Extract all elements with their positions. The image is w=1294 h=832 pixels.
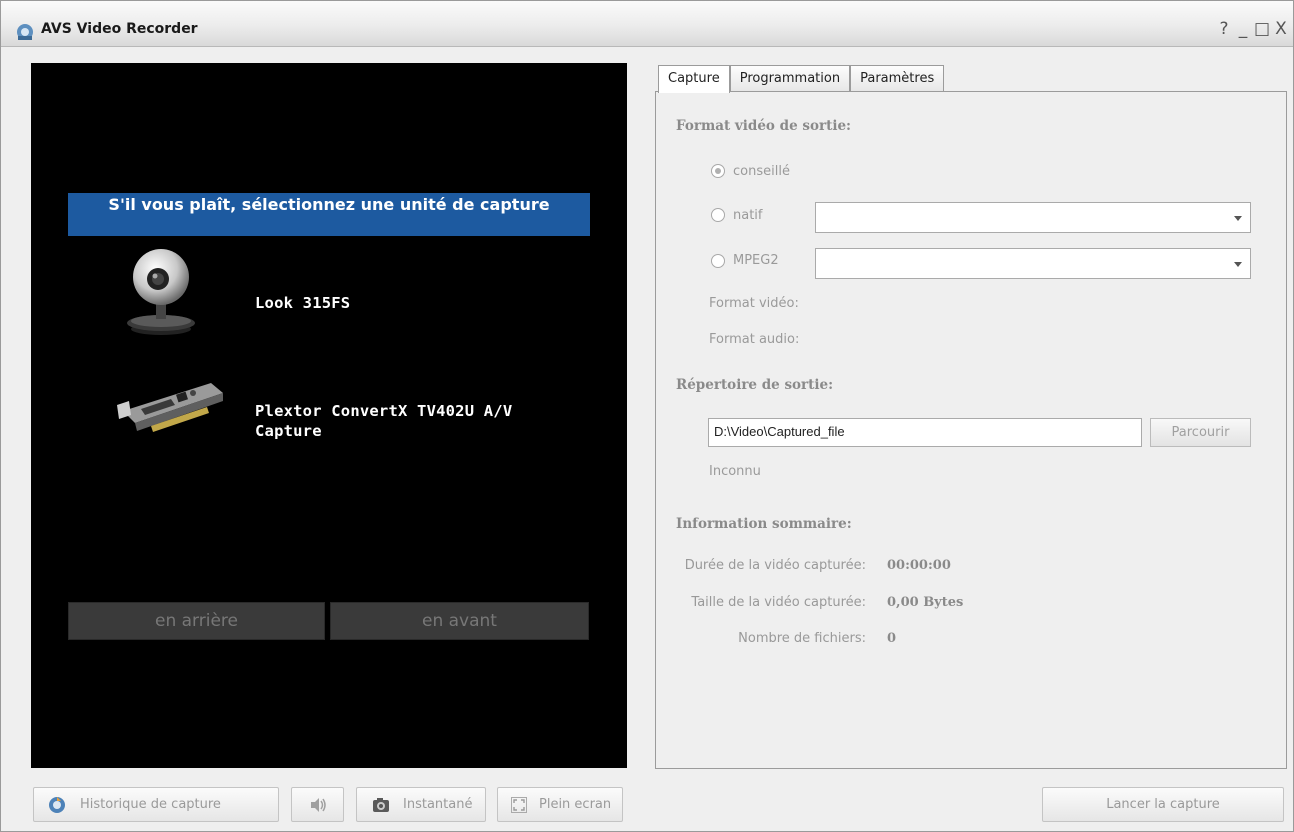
radio-native-label: natif	[733, 208, 763, 223]
forward-button[interactable]: en avant	[330, 602, 589, 640]
size-value: 0,00 Bytes	[887, 595, 964, 610]
radio-recommended[interactable]	[711, 164, 725, 178]
maximize-icon[interactable]: □	[1254, 19, 1270, 39]
size-label: Taille de la vidéo capturée:	[691, 595, 866, 610]
device-item-webcam[interactable]: Look 315FS	[111, 245, 611, 335]
browse-button[interactable]: Parcourir	[1150, 418, 1251, 447]
video-format-label: Format vidéo:	[709, 296, 799, 311]
file-count-value: 0	[887, 631, 897, 646]
audio-format-label: Format audio:	[709, 332, 800, 347]
native-format-select[interactable]	[815, 202, 1251, 233]
select-device-prompt: S'il vous plaît, sélectionnez une unité …	[68, 193, 590, 236]
close-icon[interactable]: X	[1273, 19, 1289, 39]
camera-icon	[373, 798, 389, 812]
window-title: AVS Video Recorder	[41, 21, 198, 37]
back-button[interactable]: en arrière	[68, 602, 325, 640]
mpeg2-format-select[interactable]	[815, 248, 1251, 279]
radio-mpeg2[interactable]	[711, 254, 725, 268]
title-bar: AVS Video Recorder ? _ □ X	[1, 1, 1293, 47]
settings-tabs: Capture Programmation Paramètres	[658, 65, 945, 93]
output-path-field[interactable]: D:\Video\Captured_file	[708, 418, 1142, 447]
capture-card-icon	[117, 383, 223, 432]
minimize-icon[interactable]: _	[1235, 19, 1251, 39]
radio-native[interactable]	[711, 208, 725, 222]
file-count-label: Nombre de fichiers:	[738, 631, 866, 646]
tab-capture[interactable]: Capture	[658, 65, 730, 93]
disk-space-status: Inconnu	[709, 464, 761, 479]
capture-history-button[interactable]: Historique de capture	[33, 787, 279, 822]
output-dir-title: Répertoire de sortie:	[676, 377, 834, 393]
main-window: AVS Video Recorder ? _ □ X S'il vous pla…	[0, 0, 1294, 832]
video-preview: S'il vous plaît, sélectionnez une unité …	[31, 63, 627, 768]
duration-label: Durée de la vidéo capturée:	[684, 558, 866, 573]
speaker-icon	[311, 798, 326, 812]
fullscreen-button-label: Plein ecran	[539, 797, 612, 812]
webcam-icon	[127, 249, 195, 335]
snapshot-button[interactable]: Instantané	[356, 787, 486, 822]
fullscreen-icon	[511, 797, 527, 813]
device-item-capture-card[interactable]: Plextor ConvertX TV402U A/V Capture	[111, 371, 611, 461]
device-label: Look 315FS	[255, 294, 351, 312]
output-format-title: Format vidéo de sortie:	[676, 118, 852, 134]
history-button-label: Historique de capture	[80, 797, 221, 812]
tab-programmation[interactable]: Programmation	[729, 65, 851, 92]
radio-mpeg2-label: MPEG2	[733, 253, 779, 268]
capture-tab-panel: Format vidéo de sortie: conseillé natif …	[655, 91, 1287, 769]
chevron-down-icon	[1234, 262, 1242, 267]
window-controls: ? _ □ X	[1216, 19, 1289, 39]
device-label: Plextor ConvertX TV402U A/V Capture	[255, 402, 513, 440]
start-capture-button[interactable]: Lancer la capture	[1042, 787, 1284, 822]
chevron-down-icon	[1234, 216, 1242, 221]
history-icon	[49, 797, 65, 813]
app-icon	[17, 24, 33, 40]
tab-parametres[interactable]: Paramètres	[850, 65, 945, 92]
fullscreen-button[interactable]: Plein ecran	[497, 787, 623, 822]
duration-value: 00:00:00	[887, 558, 951, 573]
help-icon[interactable]: ?	[1216, 19, 1232, 39]
volume-button[interactable]	[291, 787, 344, 822]
snapshot-button-label: Instantané	[403, 797, 473, 812]
summary-title: Information sommaire:	[676, 516, 852, 532]
radio-recommended-label: conseillé	[733, 164, 790, 179]
